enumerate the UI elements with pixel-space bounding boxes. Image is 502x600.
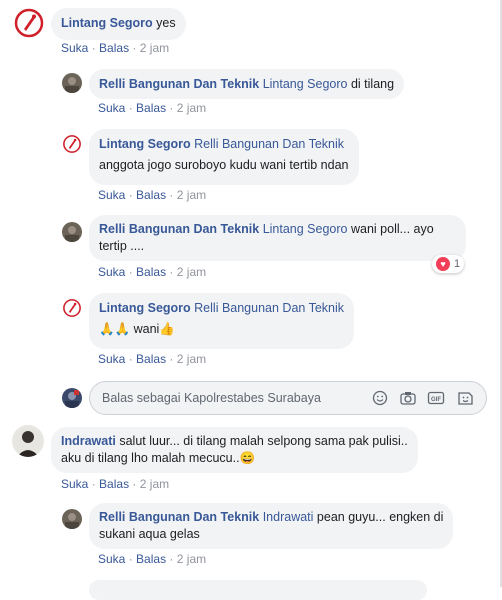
separator: · bbox=[128, 552, 133, 566]
comment-author[interactable]: Relli Bangunan Dan Teknik bbox=[99, 77, 259, 91]
timestamp[interactable]: 2 jam bbox=[177, 265, 206, 279]
mention-link[interactable]: Lintang Segoro bbox=[263, 77, 348, 91]
reply-link[interactable]: Balas bbox=[99, 477, 129, 491]
reply-placeholder: Balas sebagai Kapolrestabes Surabaya bbox=[102, 391, 321, 405]
comment-actions: Suka · Balas · 2 jam bbox=[98, 265, 206, 279]
comment-author[interactable]: Lintang Segoro bbox=[99, 301, 191, 315]
like-link[interactable]: Suka bbox=[98, 265, 125, 279]
heart-icon: ♥ bbox=[436, 257, 450, 271]
sticker-icon[interactable] bbox=[456, 390, 474, 406]
comment-text: pean guyu... engken di bbox=[316, 510, 444, 524]
like-link[interactable]: Suka bbox=[61, 477, 88, 491]
comment-bubble: Lintang Segoro Relli Bangunan Dan Teknik… bbox=[89, 129, 359, 185]
like-link[interactable]: Suka bbox=[98, 101, 125, 115]
comment-actions: Suka · Balas · 2 jam bbox=[98, 352, 206, 366]
comment-text: anggota jogo suroboyo kudu wani tertib n… bbox=[99, 158, 349, 172]
timestamp[interactable]: 2 jam bbox=[177, 101, 206, 115]
separator: · bbox=[169, 101, 174, 115]
reaction-badge[interactable]: ♥ 1 bbox=[432, 255, 465, 273]
comment-author[interactable]: Relli Bangunan Dan Teknik bbox=[99, 510, 259, 524]
separator: · bbox=[169, 552, 174, 566]
mention-link[interactable]: Relli Bangunan Dan Teknik bbox=[194, 301, 344, 315]
comment-actions: Suka · Balas · 2 jam bbox=[98, 552, 206, 566]
camera-icon[interactable] bbox=[399, 390, 417, 406]
comment-text: di tilang bbox=[350, 77, 395, 91]
timestamp[interactable]: 2 jam bbox=[177, 352, 206, 366]
separator: · bbox=[169, 188, 174, 202]
timestamp[interactable]: 2 jam bbox=[140, 41, 169, 55]
comment-bubble: Lintang Segoro Relli Bangunan Dan Teknik… bbox=[89, 293, 355, 349]
comment-text: wani poll... ayo bbox=[350, 222, 434, 236]
comment-actions: Suka · Balas · 2 jam bbox=[98, 101, 206, 115]
reply-link[interactable]: Balas bbox=[136, 352, 166, 366]
comment-actions: Suka · Balas · 2 jam bbox=[61, 41, 169, 55]
comment-author[interactable]: Lintang Segoro bbox=[61, 16, 153, 30]
reply-input[interactable]: Balas sebagai Kapolrestabes Surabaya GIF bbox=[89, 381, 487, 415]
current-user-avatar[interactable] bbox=[62, 388, 82, 408]
mention-link[interactable]: Indrawati bbox=[263, 510, 314, 524]
comment-actions: Suka · Balas · 2 jam bbox=[98, 188, 206, 202]
comment-text: aku di tilang lho malah mecucu..😄 bbox=[61, 451, 256, 465]
comment-bubble: Relli Bangunan Dan Teknik Lintang Segoro… bbox=[89, 69, 405, 99]
separator: · bbox=[128, 265, 133, 279]
separator: · bbox=[128, 101, 133, 115]
reply-link[interactable]: Balas bbox=[136, 188, 166, 202]
comment-text: salut luur... di tilang malah selpong sa… bbox=[119, 434, 408, 448]
reply-link[interactable]: Balas bbox=[99, 41, 129, 55]
separator: · bbox=[169, 265, 174, 279]
separator: · bbox=[91, 477, 96, 491]
reply-link[interactable]: Balas bbox=[136, 552, 166, 566]
gif-icon[interactable]: GIF bbox=[427, 390, 445, 406]
separator: · bbox=[132, 41, 137, 55]
reaction-count: 1 bbox=[454, 258, 461, 270]
emoji-icon[interactable] bbox=[371, 390, 389, 406]
comment-bubble: Relli Bangunan Dan Teknik Indrawati pean… bbox=[89, 503, 454, 549]
mention-link[interactable]: Relli Bangunan Dan Teknik bbox=[194, 137, 344, 151]
police-logo-avatar[interactable] bbox=[62, 298, 82, 318]
comment-text: yes bbox=[156, 16, 176, 30]
photo-avatar[interactable] bbox=[62, 509, 82, 529]
timestamp[interactable]: 2 jam bbox=[177, 188, 206, 202]
comment-author[interactable]: Lintang Segoro bbox=[99, 137, 191, 151]
separator: · bbox=[128, 188, 133, 202]
like-link[interactable]: Suka bbox=[98, 352, 125, 366]
comment-bubble: Indrawati salut luur... di tilang malah … bbox=[51, 427, 418, 473]
photo-avatar[interactable] bbox=[62, 73, 82, 93]
comment-actions: Suka · Balas · 2 jam bbox=[61, 477, 169, 491]
mention-link[interactable]: Lintang Segoro bbox=[263, 222, 348, 236]
comment-text: 🙏🙏 wani👍 bbox=[99, 322, 175, 336]
comment-text: sukani aqua gelas bbox=[99, 527, 200, 541]
like-link[interactable]: Suka bbox=[98, 188, 125, 202]
comment-bubble: Relli Bangunan Dan Teknik Lintang Segoro… bbox=[89, 215, 466, 261]
timestamp[interactable]: 2 jam bbox=[177, 552, 206, 566]
comment-bubble-partial bbox=[89, 580, 427, 600]
svg-text:GIF: GIF bbox=[431, 397, 441, 403]
timestamp[interactable]: 2 jam bbox=[140, 477, 169, 491]
photo-avatar[interactable] bbox=[62, 222, 82, 242]
reply-link[interactable]: Balas bbox=[136, 265, 166, 279]
separator: · bbox=[169, 352, 174, 366]
police-logo-avatar[interactable] bbox=[62, 134, 82, 154]
comment-author[interactable]: Indrawati bbox=[61, 434, 116, 448]
police-logo-avatar[interactable] bbox=[13, 7, 45, 39]
photo-avatar[interactable] bbox=[12, 425, 44, 457]
separator: · bbox=[91, 41, 96, 55]
reply-link[interactable]: Balas bbox=[136, 101, 166, 115]
comment-author[interactable]: Relli Bangunan Dan Teknik bbox=[99, 222, 259, 236]
comment-text: tertip .... bbox=[99, 239, 145, 253]
comment-bubble: Lintang Segoro yes bbox=[51, 8, 186, 40]
like-link[interactable]: Suka bbox=[98, 552, 125, 566]
separator: · bbox=[132, 477, 137, 491]
like-link[interactable]: Suka bbox=[61, 41, 88, 55]
separator: · bbox=[128, 352, 133, 366]
